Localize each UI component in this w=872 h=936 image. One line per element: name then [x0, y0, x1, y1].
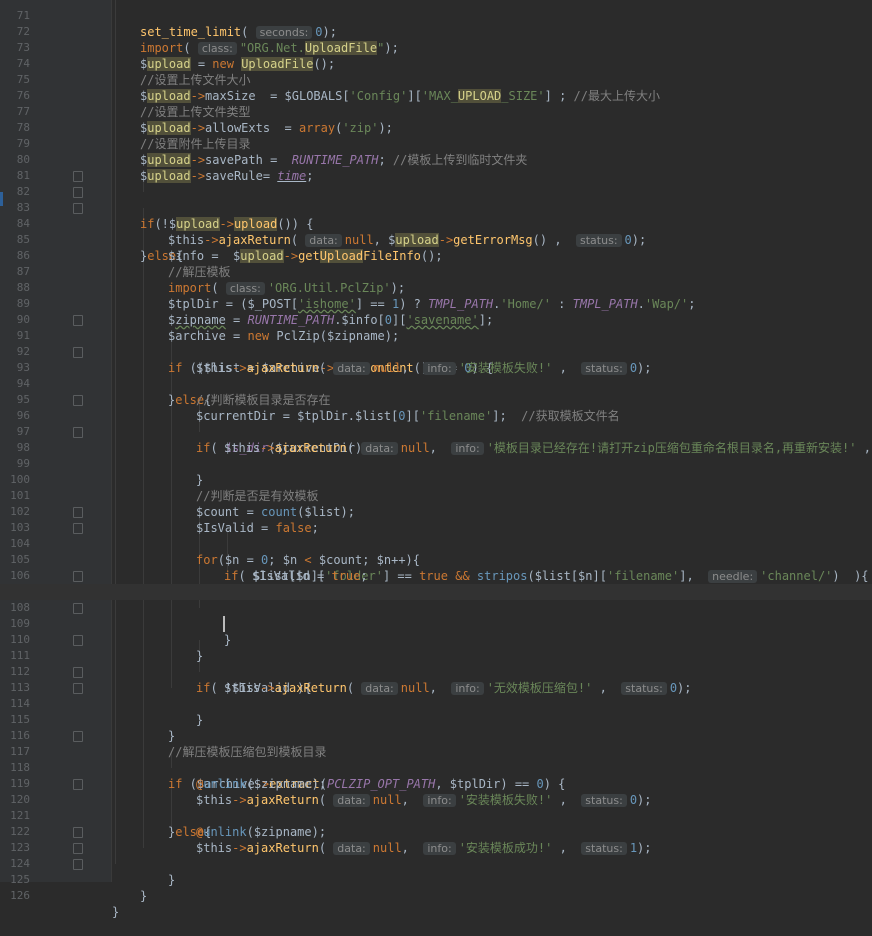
- code-line: 89 $zipname = RUNTIME_PATH.$info[0]['sav…: [0, 280, 872, 327]
- code-line: 83 $this->ajaxReturn( data: null, $upload…: [0, 184, 872, 247]
- code-line: 80 $upload->saveRule= time;: [0, 136, 872, 183]
- code-line: 93 }else{: [0, 344, 872, 407]
- code-line: 102 $IsValid = false;: [0, 488, 872, 535]
- code-line: 84 }else{: [0, 200, 872, 263]
- code-line-current[interactable]: 108: [0, 584, 872, 632]
- code-line: 109 }: [0, 600, 872, 663]
- code-line: 110: [0, 616, 872, 646]
- code-line: 107 }: [0, 568, 872, 647]
- code-line: 126: [0, 872, 872, 902]
- fold-marker-icon[interactable]: [73, 523, 83, 534]
- fold-marker-icon[interactable]: [73, 203, 83, 214]
- code-line: 121 @unlink($zipname);: [0, 792, 872, 839]
- fold-marker-icon[interactable]: [73, 859, 83, 870]
- code-line: 71 set_time_limit( seconds: 0);: [0, 0, 872, 39]
- code-line: 122 $this->ajaxReturn( data: null, info: '…: [0, 808, 872, 855]
- code-line: 112 $this->ajaxReturn( data: null, info: '…: [0, 648, 872, 695]
- code-line: 115: [0, 696, 872, 726]
- line-number: 126: [10, 889, 30, 902]
- fold-marker-icon[interactable]: [73, 171, 83, 182]
- code-line: 76 //设置上传文件类型: [0, 72, 872, 119]
- code-line: 125 }: [0, 856, 872, 919]
- code-line: 82 if(!$upload->upload()) {: [0, 168, 872, 231]
- code-line: 98 }: [0, 424, 872, 487]
- code-line: 72 import( class: "ORG.Net.UploadFile");: [0, 8, 872, 55]
- code-line: 92 $this->ajaxReturn( data: null, info: '安…: [0, 328, 872, 375]
- fold-marker-icon[interactable]: [73, 843, 83, 854]
- code-line: 91 if (($list = $archive->listContent())…: [0, 312, 872, 375]
- code-line: 86 //解压模板: [0, 232, 872, 279]
- code-text: }: [112, 905, 120, 919]
- fold-marker-icon[interactable]: [73, 187, 83, 198]
- code-line: 101 $count = count($list);: [0, 472, 872, 519]
- code-line: 74 //设置上传文件大小: [0, 40, 872, 87]
- code-line: 90 $archive = new PclZip($zipname);: [0, 296, 872, 343]
- code-line: 95 $currentDir = $tplDir.$list[0]['filen…: [0, 376, 872, 423]
- code-line: 77 $upload->allowExts = array('zip');: [0, 88, 872, 135]
- code-line: 96 if( is_dir($currentDir)){: [0, 392, 872, 455]
- code-line: 104 if( $list[$n]['folder'] == true && s…: [0, 520, 872, 583]
- lightbulb-icon[interactable]: [92, 569, 145, 597]
- fold-marker-icon[interactable]: [73, 635, 83, 646]
- code-line: 73 $upload = new UploadFile();: [0, 24, 872, 71]
- code-line: 111 if( !$IsValid ){: [0, 632, 872, 695]
- fold-marker-icon[interactable]: [73, 347, 83, 358]
- code-line: 105 $IsValid = true;: [0, 536, 872, 583]
- code-line: 123 }: [0, 824, 872, 887]
- code-line: 116 //解压模板压缩包到模板目录: [0, 712, 872, 759]
- code-line: 88 $tplDir = ($_POST['ishome'] == 1) ? T…: [0, 264, 872, 311]
- fold-marker-icon[interactable]: [73, 667, 83, 678]
- code-line: 87 import( class: 'ORG.Util.PclZip');: [0, 248, 872, 295]
- code-line: 114 }: [0, 680, 872, 743]
- code-line: 99: [0, 440, 872, 470]
- code-text: }: [140, 889, 148, 903]
- fold-marker-icon[interactable]: [73, 683, 83, 694]
- fold-marker-icon[interactable]: [73, 315, 83, 326]
- code-line: 120 }else{: [0, 776, 872, 839]
- fold-marker-icon[interactable]: [73, 731, 83, 742]
- fold-marker-icon[interactable]: [73, 603, 83, 614]
- code-line: 117 if ($archive->extract(PCLZIP_OPT_PAT…: [0, 728, 872, 791]
- fold-marker-icon[interactable]: [73, 827, 83, 838]
- code-line: 75 $upload->maxSize = $GLOBALS['Config']…: [0, 56, 872, 103]
- fold-marker-icon[interactable]: [73, 507, 83, 518]
- code-line: 100 //判断是否是有效模板: [0, 456, 872, 503]
- code-line: 103 for($n = 0; $n < $count; $n++){: [0, 504, 872, 567]
- code-line: 113 }: [0, 664, 872, 727]
- code-line: 81: [0, 152, 872, 182]
- fold-marker-icon[interactable]: [73, 779, 83, 790]
- fold-marker-icon[interactable]: [73, 427, 83, 438]
- code-line: 119 $this->ajaxReturn( data: null, info: '…: [0, 760, 872, 807]
- fold-marker-icon[interactable]: [73, 571, 83, 582]
- code-line: 94 //判断模板目录是否存在: [0, 360, 872, 407]
- fold-marker-icon[interactable]: [73, 395, 83, 406]
- code-line: 124 }: [0, 840, 872, 903]
- code-line: 118 @unlink($zipname);: [0, 744, 872, 791]
- code-line: 79 $upload->savePath = RUNTIME_PATH; //模…: [0, 120, 872, 167]
- code-editor[interactable]: 71 set_time_limit( seconds: 0); 72 import…: [0, 0, 872, 919]
- code-line: 85 $info = $upload->getUploadFileInfo();: [0, 216, 872, 263]
- code-line: 97 $this->ajaxReturn( data: null, info: '模…: [0, 408, 872, 455]
- code-line: 106 break;: [0, 552, 872, 599]
- code-line: 78 //设置附件上传目录: [0, 104, 872, 151]
